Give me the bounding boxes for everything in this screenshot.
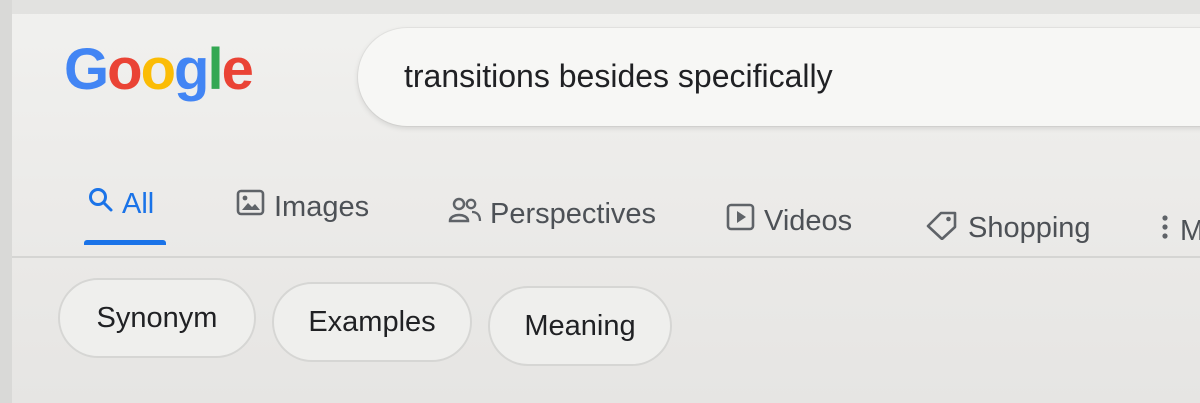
logo-letter: o	[107, 37, 142, 102]
tab-label: Perspectives	[490, 197, 657, 230]
people-icon	[448, 196, 482, 232]
tab-all[interactable]: All	[88, 186, 154, 222]
tab-label: All	[122, 187, 155, 220]
google-logo[interactable]: Google	[64, 30, 254, 110]
search-input[interactable]: transitions besides specifically	[404, 58, 833, 95]
tab-shopping[interactable]: Shopping	[924, 208, 1091, 248]
tab-more[interactable]: M	[1158, 212, 1200, 250]
logo-letter: G	[64, 37, 109, 102]
chip-label: Examples	[308, 305, 436, 338]
tab-perspectives[interactable]: Perspectives	[448, 196, 656, 232]
logo-letter: o	[140, 37, 176, 102]
search-box[interactable]: transitions besides specifically	[358, 28, 1200, 126]
tabs-divider	[12, 256, 1200, 258]
play-icon	[726, 202, 756, 240]
tab-label: Videos	[764, 204, 853, 237]
search-icon	[88, 186, 114, 222]
chip-examples[interactable]: Examples	[272, 282, 472, 362]
chip-label: Synonym	[96, 301, 218, 334]
image-icon	[236, 188, 266, 226]
top-edge	[0, 0, 1200, 14]
chip-meaning[interactable]: Meaning	[488, 286, 672, 366]
logo-letter: l	[207, 37, 223, 102]
tab-label: Images	[274, 190, 370, 223]
tab-label: Shopping	[968, 211, 1091, 244]
chip-synonym[interactable]: Synonym	[58, 278, 256, 358]
logo-letter: g	[174, 37, 209, 102]
more-vert-icon	[1158, 212, 1172, 250]
search-tabs: All Images Perspectives Videos Shopping …	[0, 170, 1200, 260]
active-tab-indicator	[84, 240, 166, 245]
chip-label: Meaning	[524, 309, 636, 342]
tab-images[interactable]: Images	[236, 188, 369, 226]
tag-icon	[924, 208, 960, 248]
tab-label: M	[1180, 214, 1200, 247]
tab-videos[interactable]: Videos	[726, 202, 852, 240]
logo-letter: e	[221, 37, 254, 102]
